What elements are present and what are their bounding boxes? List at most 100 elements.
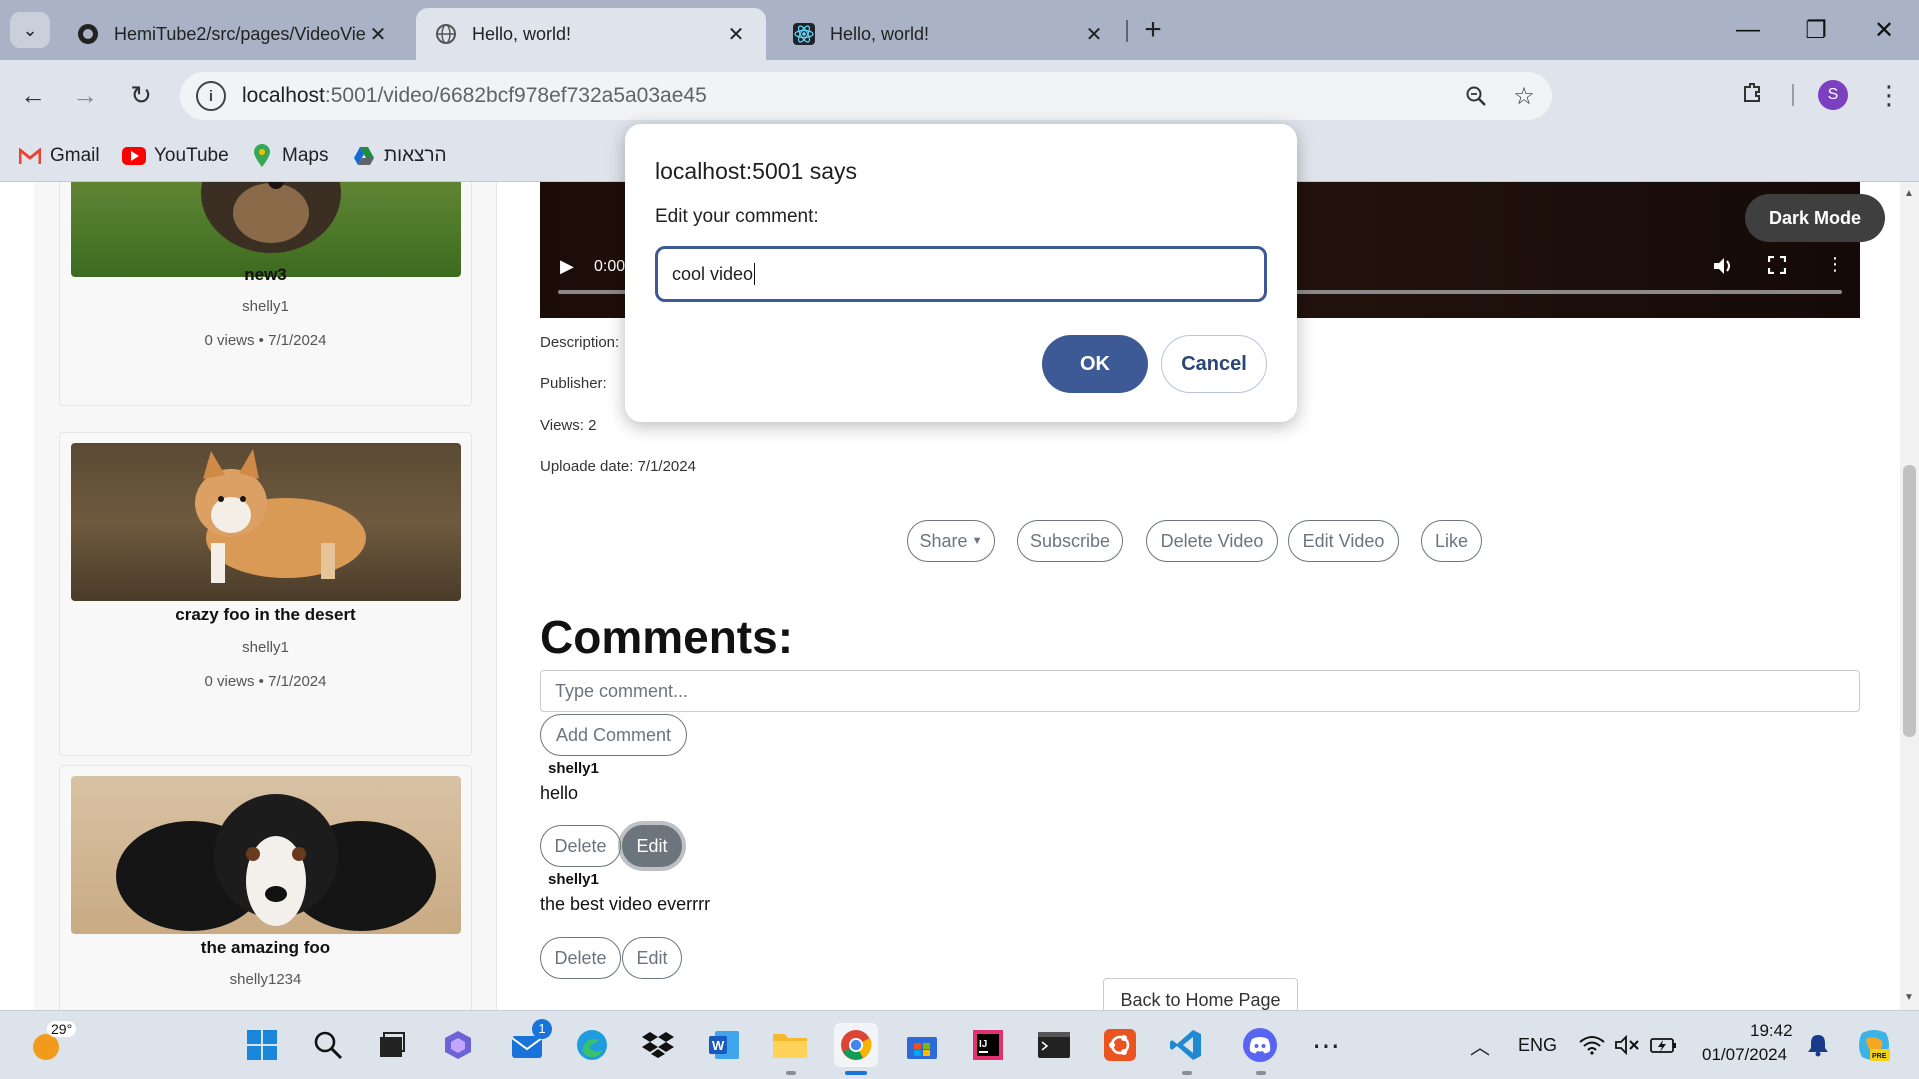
close-icon: ✕ (1873, 16, 1895, 44)
subscribe-button[interactable]: Subscribe (1017, 520, 1123, 562)
video-thumbnail[interactable] (71, 776, 461, 934)
ubuntu-app[interactable] (1098, 1023, 1142, 1067)
share-label: Share (919, 530, 968, 551)
share-button[interactable]: Share ▼ (907, 520, 995, 562)
bookmark-youtube[interactable]: YouTube (122, 140, 229, 172)
video-card[interactable]: the amazing foo shelly1234 (59, 765, 472, 1010)
video-card-meta: 0 views • 7/1/2024 (204, 332, 327, 349)
video-thumbnail[interactable] (71, 182, 461, 277)
back-button[interactable]: ← (14, 76, 52, 114)
edit-video-button[interactable]: Edit Video (1288, 520, 1399, 562)
discord-app[interactable] (1238, 1023, 1282, 1067)
dialog-input[interactable]: cool video (655, 246, 1267, 302)
avatar[interactable]: S (1818, 80, 1848, 110)
close-icon[interactable]: ✕ (724, 22, 748, 46)
start-button[interactable] (240, 1023, 284, 1067)
word-icon: W (709, 1031, 739, 1059)
tab-github[interactable]: HemiTube2/src/pages/VideoVie ✕ (58, 8, 408, 60)
close-icon[interactable]: ✕ (366, 22, 390, 46)
language-indicator[interactable]: ENG (1518, 1035, 1557, 1056)
delete-comment-button[interactable]: Delete (540, 825, 621, 867)
folder-icon (773, 1034, 807, 1058)
scroll-down-arrow-icon[interactable]: ▼ (1904, 992, 1914, 1003)
kebab-menu-icon[interactable]: ⋮ (1826, 254, 1844, 275)
bookmark-lectures[interactable]: הרצאות (352, 140, 447, 172)
show-hidden-icons-button[interactable]: ︿ (1458, 1023, 1502, 1067)
copilot-preview-button[interactable]: PRE (1852, 1023, 1896, 1067)
delete-video-button[interactable]: Delete Video (1146, 520, 1278, 562)
clock-time[interactable]: 19:42 (1750, 1021, 1793, 1041)
url-text[interactable]: localhost:5001/video/6682bcf978ef732a5a0… (242, 84, 1456, 108)
video-card[interactable]: new3 shelly1 0 views • 7/1/2024 (59, 182, 472, 406)
extensions-button[interactable] (1734, 76, 1772, 114)
task-view-button[interactable] (370, 1023, 414, 1067)
new-tab-button[interactable]: + (1135, 12, 1171, 48)
notifications-button[interactable] (1796, 1023, 1840, 1067)
ok-button[interactable]: OK (1042, 335, 1148, 393)
intellij-app[interactable]: IJ (966, 1023, 1010, 1067)
restore-button[interactable]: ❐ (1796, 10, 1836, 50)
gmail-icon (18, 145, 42, 167)
copilot-app[interactable] (436, 1023, 480, 1067)
taskbar-search[interactable] (306, 1023, 350, 1067)
fullscreen-icon[interactable] (1767, 255, 1787, 279)
volume-icon[interactable] (1712, 256, 1734, 281)
volume-muted-icon (1615, 1035, 1639, 1055)
tab-title: Hello, world! (830, 23, 930, 44)
like-button[interactable]: Like (1421, 520, 1482, 562)
chrome-app[interactable] (834, 1023, 878, 1067)
dropbox-app[interactable] (636, 1023, 680, 1067)
info-icon[interactable]: i (196, 81, 226, 111)
video-card-title[interactable]: new3 (60, 265, 471, 285)
terminal-app[interactable] (1032, 1023, 1076, 1067)
tab-active[interactable]: Hello, world! ✕ (416, 8, 766, 60)
edit-comment-button[interactable]: Edit (622, 825, 682, 867)
taskbar: 29° 1 W IJ ⋯ ︿ ENG 19:42 01/07/2024 PRE (0, 1010, 1919, 1079)
zoom-icon[interactable] (1456, 76, 1496, 116)
close-window-button[interactable]: ✕ (1864, 10, 1904, 50)
video-card-title[interactable]: the amazing foo (60, 938, 471, 958)
vscode-app[interactable] (1164, 1023, 1208, 1067)
tab-search-button[interactable]: ⌄ (10, 12, 50, 48)
video-card-title[interactable]: crazy foo in the desert (60, 605, 471, 625)
back-home-button[interactable]: Back to Home Page (1103, 978, 1298, 1010)
scroll-up-arrow-icon[interactable]: ▲ (1904, 188, 1914, 199)
page-scrollbar[interactable]: ▲ ▼ (1900, 182, 1919, 1010)
comment-text: hello (540, 783, 579, 803)
store-app[interactable] (900, 1023, 944, 1067)
tab-react[interactable]: Hello, world! ✕ (774, 8, 1124, 60)
comment-input[interactable]: Type comment... (540, 670, 1860, 712)
edge-app[interactable] (570, 1023, 614, 1067)
play-icon[interactable]: ▶ (560, 256, 574, 277)
restore-icon: ❐ (1805, 16, 1827, 44)
video-card-author: shelly1 (242, 639, 289, 656)
word-app[interactable]: W (702, 1023, 746, 1067)
drive-icon (352, 145, 376, 167)
scrollbar-thumb[interactable] (1903, 465, 1916, 737)
cancel-button[interactable]: Cancel (1161, 335, 1267, 393)
youtube-icon (122, 145, 146, 167)
reload-button[interactable]: ↻ (122, 76, 160, 114)
bookmark-maps[interactable]: Maps (250, 140, 328, 172)
battery-status[interactable] (1642, 1023, 1686, 1067)
forward-button[interactable]: → (66, 76, 104, 114)
puzzle-icon (1741, 80, 1765, 111)
clock-date[interactable]: 01/07/2024 (1702, 1045, 1787, 1065)
store-icon (907, 1037, 937, 1059)
more-apps-button[interactable]: ⋯ (1304, 1023, 1348, 1067)
dark-mode-toggle[interactable]: Dark Mode (1745, 194, 1885, 242)
edit-comment-button[interactable]: Edit (622, 937, 682, 979)
address-bar[interactable]: i localhost:5001/video/6682bcf978ef732a5… (180, 72, 1552, 120)
close-icon[interactable]: ✕ (1082, 22, 1106, 46)
menu-button[interactable]: ⋮ (1870, 76, 1908, 114)
star-icon[interactable]: ☆ (1504, 76, 1544, 116)
delete-comment-button[interactable]: Delete (540, 937, 621, 979)
file-explorer-app[interactable] (768, 1023, 812, 1067)
svg-text:PRE: PRE (1872, 1053, 1887, 1060)
add-comment-button[interactable]: Add Comment (540, 714, 687, 756)
video-card[interactable]: crazy foo in the desert shelly1 0 views … (59, 432, 472, 756)
video-thumbnail[interactable] (71, 443, 461, 601)
dropbox-icon (642, 1032, 674, 1058)
bookmark-gmail[interactable]: Gmail (18, 140, 100, 172)
minimize-button[interactable]: — (1728, 10, 1768, 50)
